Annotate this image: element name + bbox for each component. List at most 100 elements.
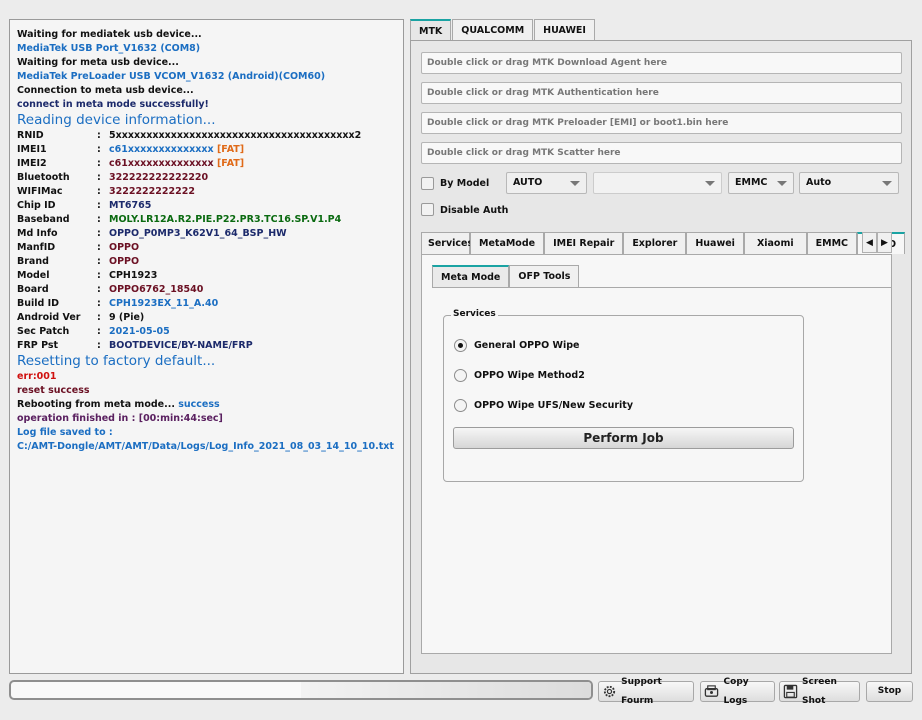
tab-imei-repair[interactable]: IMEI Repair	[544, 232, 624, 254]
tab-metamode[interactable]: MetaMode	[470, 232, 545, 254]
info-value: OPPO	[109, 256, 140, 267]
info-value: OPPO_P0MP3_K62V1_64_BSP_HW	[109, 228, 287, 239]
log-line: MediaTek PreLoader USB VCOM_V1632 (Andro…	[17, 71, 326, 82]
download-agent-field[interactable]: Double click or drag MTK Download Agent …	[421, 52, 902, 74]
info-sep: :	[97, 312, 101, 323]
info-sep: :	[97, 228, 101, 239]
tab-ofp-tools[interactable]: OFP Tools	[509, 265, 580, 287]
tab-qualcomm[interactable]: QUALCOMM	[452, 19, 534, 41]
info-key: FRP Pst	[17, 340, 59, 351]
info-value: OPPO6762_18540	[109, 284, 204, 295]
oppo-wipe-ufs-label[interactable]: OPPO Wipe UFS/New Security	[474, 400, 633, 411]
log-line: Rebooting from meta mode... success	[17, 398, 403, 412]
mode-select-value: Auto	[806, 177, 832, 188]
log-line: Waiting for meta usb device...	[17, 57, 179, 68]
general-oppo-wipe-radio[interactable]	[454, 339, 467, 352]
oppo-wipe-method2-label[interactable]: OPPO Wipe Method2	[474, 370, 585, 381]
log-line: Connection to meta usb device...	[17, 85, 194, 96]
screenshot-button[interactable]: Screen Shot	[779, 677, 860, 706]
info-key: IMEI1	[17, 144, 47, 155]
info-value: 9 (Pie)	[109, 312, 145, 323]
by-model-label: By Model	[440, 178, 490, 189]
info-sep: :	[97, 130, 101, 141]
by-model-checkbox[interactable]	[421, 177, 434, 190]
progress-glow	[301, 682, 591, 698]
mode-select[interactable]: Auto	[799, 172, 899, 194]
device-select[interactable]	[593, 172, 722, 194]
scatter-field[interactable]: Double click or drag MTK Scatter here	[421, 142, 902, 164]
storage-select[interactable]: EMMC	[728, 172, 794, 194]
info-value: 3222222222222	[109, 186, 195, 197]
chevron-down-icon	[570, 181, 580, 186]
info-row: Android Ver:9 (Pie)	[17, 311, 403, 325]
perform-job-button[interactable]: Perform Job	[453, 427, 794, 449]
stop-button[interactable]: Stop	[866, 681, 913, 702]
support-forum-button[interactable]: Support Fourm	[598, 677, 694, 706]
info-key: ManfID	[17, 242, 56, 253]
disable-auth-label: Disable Auth	[440, 205, 509, 216]
platform-tabs: MTK QUALCOMM HUAWEI	[410, 19, 596, 41]
chevron-down-icon	[705, 181, 715, 186]
tab-xiaomi[interactable]: Xiaomi	[743, 232, 807, 254]
info-row: Build ID: CPH1923EX_11_A.40	[17, 297, 403, 311]
fat-tag: [FAT]	[216, 158, 245, 169]
info-row: Sec Patch:2021-05-05	[17, 325, 403, 339]
info-value: CPH1923	[109, 270, 158, 281]
info-value: OPPO	[109, 242, 140, 253]
disable-auth-checkbox[interactable]	[421, 203, 434, 216]
info-key: Sec Patch	[17, 326, 70, 337]
stop-label: Stop	[877, 686, 902, 696]
support-forum-label: Support Fourm	[621, 676, 662, 706]
services-group-title: Services	[451, 309, 498, 319]
info-sep: :	[97, 256, 101, 267]
info-value: c61xxxxxxxxxxxxxx	[109, 144, 214, 155]
chevron-down-icon	[777, 181, 787, 186]
model-select[interactable]: AUTO	[506, 172, 587, 194]
info-sep: :	[97, 340, 101, 351]
info-key: WIFIMac	[17, 186, 63, 197]
info-row: WIFIMac:3222222222222	[17, 185, 403, 199]
tab-huawei-func[interactable]: Huawei	[686, 232, 744, 254]
log-path[interactable]: C:/AMT-Dongle/AMT/AMT/Data/Logs/Log_Info…	[17, 440, 403, 454]
info-sep: :	[97, 186, 101, 197]
info-value: BOOTDEVICE/BY-NAME/FRP	[109, 340, 253, 351]
authentication-field[interactable]: Double click or drag MTK Authentication …	[421, 82, 902, 104]
info-key: RNID	[17, 130, 44, 141]
info-sep: :	[97, 242, 101, 253]
tab-scroll-buttons: ◀ ▶	[862, 232, 892, 253]
tab-mtk[interactable]: MTK	[410, 19, 452, 41]
chevron-left-icon[interactable]: ◀	[862, 232, 877, 253]
copy-logs-label: Copy Logs	[723, 676, 749, 706]
model-select-value: AUTO	[513, 177, 543, 188]
info-sep: :	[97, 284, 101, 295]
info-value: CPH1923EX_11_A.40	[109, 298, 219, 309]
tab-meta-mode[interactable]: Meta Mode	[432, 265, 510, 287]
info-sep: :	[97, 144, 101, 155]
info-value: 2021-05-05	[109, 326, 170, 337]
copy-logs-button[interactable]: Copy Logs	[700, 677, 775, 706]
log-error: err:001	[17, 371, 57, 382]
info-row: FRP Pst: BOOTDEVICE/BY-NAME/FRP	[17, 339, 403, 353]
gear-icon	[602, 684, 617, 700]
info-row: Model: CPH1923	[17, 269, 403, 283]
log-line: operation finished in : [00:min:44:sec]	[17, 413, 223, 424]
chevron-right-icon[interactable]: ▶	[877, 232, 892, 253]
info-sep: :	[97, 214, 101, 225]
info-row: Bluetooth:322222222222220	[17, 171, 403, 185]
info-row: Md Info: OPPO_P0MP3_K62V1_64_BSP_HW	[17, 227, 403, 241]
oppo-wipe-ufs-radio[interactable]	[454, 399, 467, 412]
info-row: Board: OPPO6762_18540	[17, 283, 403, 297]
info-key: Brand	[17, 256, 49, 267]
info-row: ManfID: OPPO	[17, 241, 403, 255]
tab-services[interactable]: Services	[421, 232, 473, 254]
general-oppo-wipe-label[interactable]: General OPPO Wipe	[474, 340, 579, 351]
info-value: c61xxxxxxxxxxxxxx	[109, 158, 214, 169]
log-line: reset success	[17, 385, 90, 396]
tab-emmc[interactable]: EMMC	[806, 232, 857, 254]
preloader-field[interactable]: Double click or drag MTK Preloader [EMI]…	[421, 112, 902, 134]
info-value: MOLY.LR12A.R2.PIE.P22.PR3.TC16.SP.V1.P4	[109, 214, 342, 225]
tab-huawei[interactable]: HUAWEI	[534, 19, 595, 41]
oppo-wipe-method2-radio[interactable]	[454, 369, 467, 382]
info-key: Chip ID	[17, 200, 56, 211]
tab-explorer[interactable]: Explorer	[623, 232, 687, 254]
